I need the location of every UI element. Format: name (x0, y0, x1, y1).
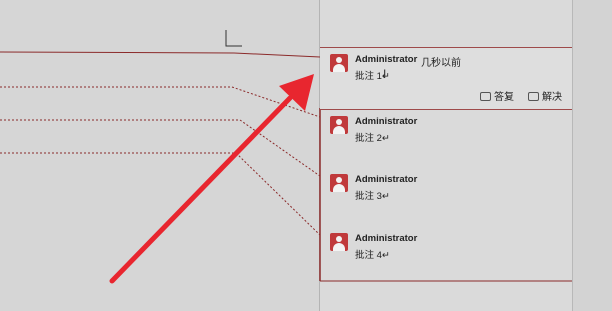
red-arrow-annotation (109, 95, 293, 284)
comment-time: 几秒以前 (421, 58, 461, 69)
comment-2-connector (0, 86, 321, 118)
comment-text[interactable]: 批注 3↵ (355, 188, 390, 202)
text-cursor-icon: I (383, 67, 387, 81)
user-avatar-icon (330, 233, 348, 251)
comment-3-connector (0, 119, 321, 177)
comment-1-connector (0, 51, 321, 58)
user-avatar-icon (330, 174, 348, 192)
comment-author: Administrator (355, 174, 418, 185)
resolve-label: 解决 (542, 92, 562, 103)
comment-2[interactable]: Administrator 批注 2↵ (320, 110, 572, 160)
comment-4-connector (0, 152, 321, 236)
resolve-button[interactable]: 解决 (528, 88, 562, 103)
reply-button[interactable]: 答复 (480, 88, 514, 103)
comment-author: Administrator (355, 116, 418, 127)
comment-3[interactable]: Administrator 批注 3↵ (320, 168, 572, 218)
comment-author: Administrator (355, 233, 418, 244)
comment-4[interactable]: Administrator 批注 4↵ (320, 227, 572, 277)
user-avatar-icon (330, 54, 348, 72)
comment-author: Administrator (355, 54, 418, 65)
comment-text[interactable]: 批注 2↵ (355, 130, 390, 144)
comment-resolve-icon (528, 91, 539, 101)
comment-reply-icon (480, 91, 491, 101)
comment-actions: 答复 解决 (320, 86, 572, 106)
user-avatar-icon (330, 116, 348, 134)
reply-label: 答复 (494, 92, 514, 103)
comment-text[interactable]: 批注 4↵ (355, 247, 390, 261)
page-corner-mark (225, 30, 242, 47)
